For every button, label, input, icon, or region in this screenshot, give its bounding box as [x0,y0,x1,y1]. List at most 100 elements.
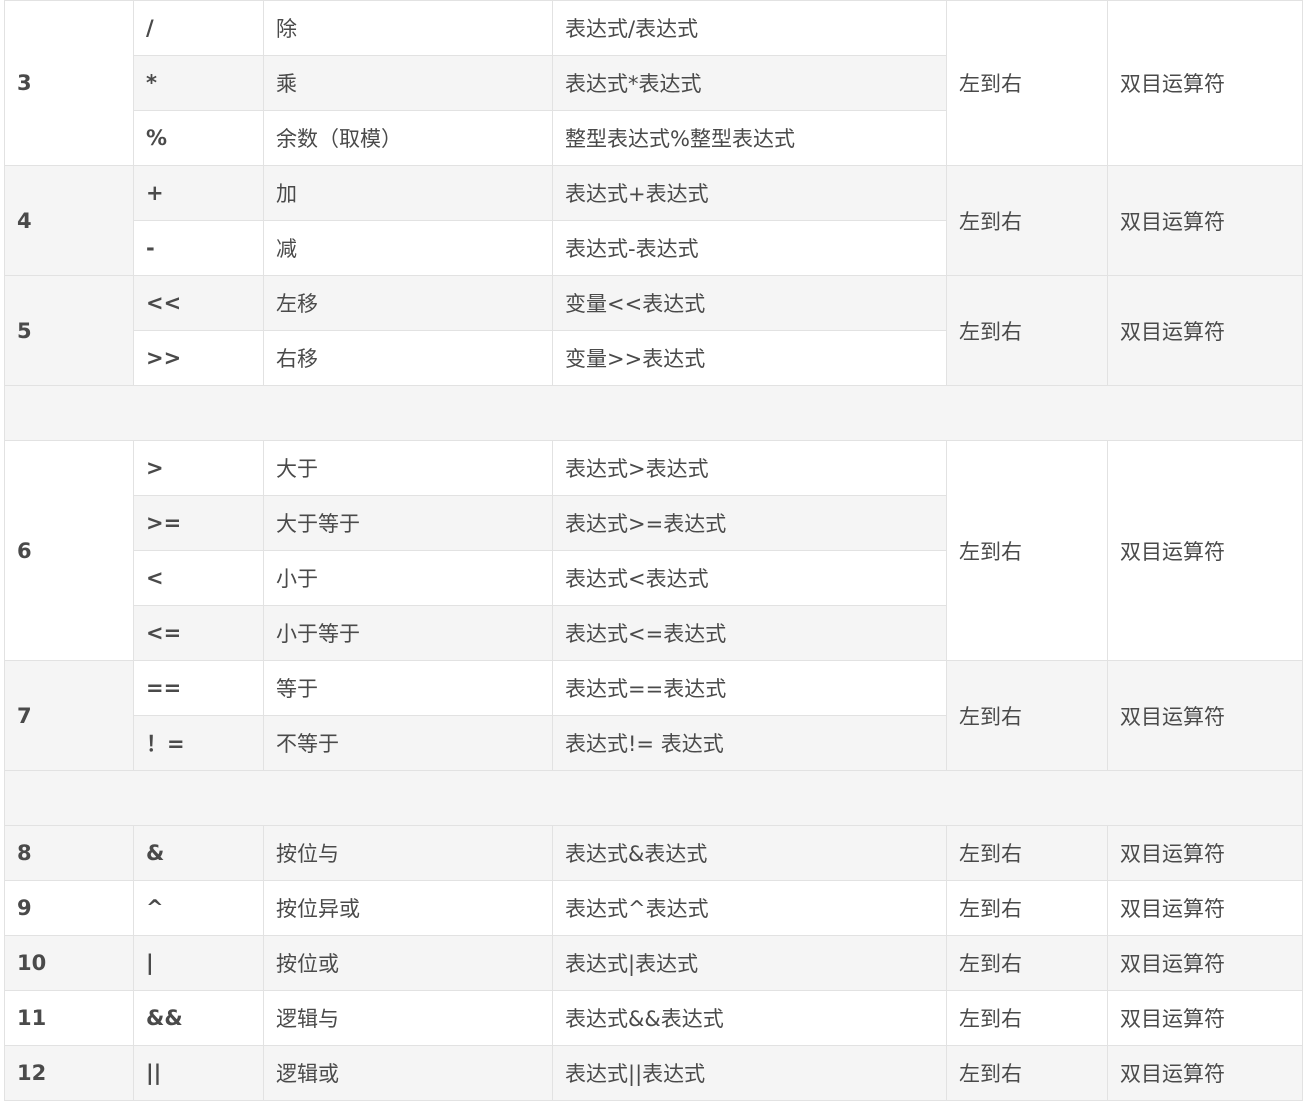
operator-type-cell: 双目运算符 [1107,275,1303,386]
precedence-level-cell: 5 [4,275,134,386]
usage-form-cell: 变量>>表达式 [552,330,947,386]
operator-name-cell: 小于 [263,550,553,606]
operator-symbol-cell: && [133,990,264,1046]
precedence-level-cell: 4 [4,165,134,276]
precedence-level-cell: 11 [4,990,134,1046]
operator-name-cell: 按位与 [263,825,553,881]
operator-name-cell: 等于 [263,660,553,716]
operator-type-cell: 双目运算符 [1107,165,1303,276]
table-row: 8 & 按位与 表达式&表达式 左到右 双目运算符 [4,825,1303,881]
operator-type-cell: 双目运算符 [1107,660,1303,771]
operator-name-cell: 余数（取模） [263,110,553,166]
spacer-cell [4,770,1303,826]
associativity-cell: 左到右 [946,880,1108,936]
precedence-level-cell: 3 [4,0,134,166]
operator-symbol-cell: << [133,275,264,331]
usage-form-cell: 表达式|表达式 [552,935,947,991]
table-row: 12 || 逻辑或 表达式||表达式 左到右 双目运算符 [4,1045,1303,1101]
operator-type-cell: 双目运算符 [1107,825,1303,881]
table-row: 7 == 等于 表达式==表达式 左到右 双目运算符 [4,660,1303,771]
table-row: 3/除表达式/表达式 左到右 双目运算符 [4,0,1303,166]
table-row: 6 > 大于 表达式>表达式 左到右 双目运算符 [4,440,1303,661]
operator-name-cell: 按位异或 [263,880,553,936]
usage-form-cell: 表达式||表达式 [552,1045,947,1101]
operator-name-cell: 乘 [263,55,553,111]
table-row: 11 && 逻辑与 表达式&&表达式 左到右 双目运算符 [4,990,1303,1046]
operator-symbol-cell: >> [133,330,264,386]
operator-type-cell: 双目运算符 [1107,440,1303,661]
operator-name-cell: 大于等于 [263,495,553,551]
operator-name-cell: 左移 [263,275,553,331]
operator-symbol-cell: >= [133,495,264,551]
operator-symbol-cell: % [133,110,264,166]
associativity-cell: 左到右 [946,0,1108,166]
operator-name-cell: 右移 [263,330,553,386]
operator-symbol-cell: > [133,440,264,496]
table-row: 5 << 左移 变量<<表达式 左到右 双目运算符 [4,275,1303,386]
operator-precedence-table: 3/除表达式/表达式 左到右 双目运算符 * 乘表达式*表达式% 余数（取模） 整型表达式%… [4,0,1303,1101]
usage-form-cell: 表达式>=表达式 [552,495,947,551]
associativity-cell: 左到右 [946,1045,1108,1101]
associativity-cell: 左到右 [946,275,1108,386]
table-row: 4 + 加表达式+表达式 左到右 双目运算符 [4,165,1303,276]
operator-type-cell: 双目运算符 [1107,935,1303,991]
usage-form-cell: 表达式<=表达式 [552,605,947,661]
operator-name-cell: 除 [263,0,553,56]
precedence-level-cell: 9 [4,880,134,936]
usage-form-cell: 表达式/表达式 [552,0,947,56]
operator-type-cell: 双目运算符 [1107,990,1303,1046]
precedence-level-cell: 6 [4,440,134,661]
operator-symbol-cell: / [133,0,264,56]
operator-symbol-cell: ！= [133,715,264,771]
usage-form-cell: 表达式>表达式 [552,440,947,496]
operator-symbol-cell: + [133,165,264,221]
precedence-level-cell: 10 [4,935,134,991]
operator-name-cell: 大于 [263,440,553,496]
usage-form-cell: 整型表达式%整型表达式 [552,110,947,166]
spacer-cell [4,385,1303,441]
table-row: 9 ^ 按位异或 表达式^表达式 左到右 双目运算符 [4,880,1303,936]
associativity-cell: 左到右 [946,440,1108,661]
operator-name-cell: 逻辑或 [263,1045,553,1101]
operator-symbol-cell: || [133,1045,264,1101]
usage-form-cell: 表达式*表达式 [552,55,947,111]
operator-symbol-cell: <= [133,605,264,661]
usage-form-cell: 表达式!= 表达式 [552,715,947,771]
usage-form-cell: 表达式==表达式 [552,660,947,716]
operator-name-cell: 加 [263,165,553,221]
spacer-row [4,770,1303,826]
usage-form-cell: 表达式<表达式 [552,550,947,606]
usage-form-cell: 表达式+表达式 [552,165,947,221]
operator-name-cell: 不等于 [263,715,553,771]
usage-form-cell: 表达式&&表达式 [552,990,947,1046]
precedence-level-cell: 7 [4,660,134,771]
associativity-cell: 左到右 [946,660,1108,771]
operator-name-cell: 减 [263,220,553,276]
usage-form-cell: 表达式&表达式 [552,825,947,881]
operator-name-cell: 小于等于 [263,605,553,661]
usage-form-cell: 变量<<表达式 [552,275,947,331]
spacer-row [4,385,1303,441]
usage-form-cell: 表达式^表达式 [552,880,947,936]
associativity-cell: 左到右 [946,990,1108,1046]
usage-form-cell: 表达式-表达式 [552,220,947,276]
precedence-level-cell: 8 [4,825,134,881]
operator-symbol-cell: ^ [133,880,264,936]
operator-name-cell: 逻辑与 [263,990,553,1046]
operator-symbol-cell: < [133,550,264,606]
operator-type-cell: 双目运算符 [1107,880,1303,936]
operator-symbol-cell: * [133,55,264,111]
operator-symbol-cell: | [133,935,264,991]
operator-symbol-cell: & [133,825,264,881]
associativity-cell: 左到右 [946,935,1108,991]
associativity-cell: 左到右 [946,165,1108,276]
operator-name-cell: 按位或 [263,935,553,991]
operator-symbol-cell: == [133,660,264,716]
precedence-level-cell: 12 [4,1045,134,1101]
operator-symbol-cell: - [133,220,264,276]
operator-type-cell: 双目运算符 [1107,0,1303,166]
table-row: 10 | 按位或 表达式|表达式 左到右 双目运算符 [4,935,1303,991]
operator-type-cell: 双目运算符 [1107,1045,1303,1101]
associativity-cell: 左到右 [946,825,1108,881]
operator-precedence-table-wrapper: 3/除表达式/表达式 左到右 双目运算符 * 乘表达式*表达式% 余数（取模） 整型表达式%… [4,0,1303,1101]
